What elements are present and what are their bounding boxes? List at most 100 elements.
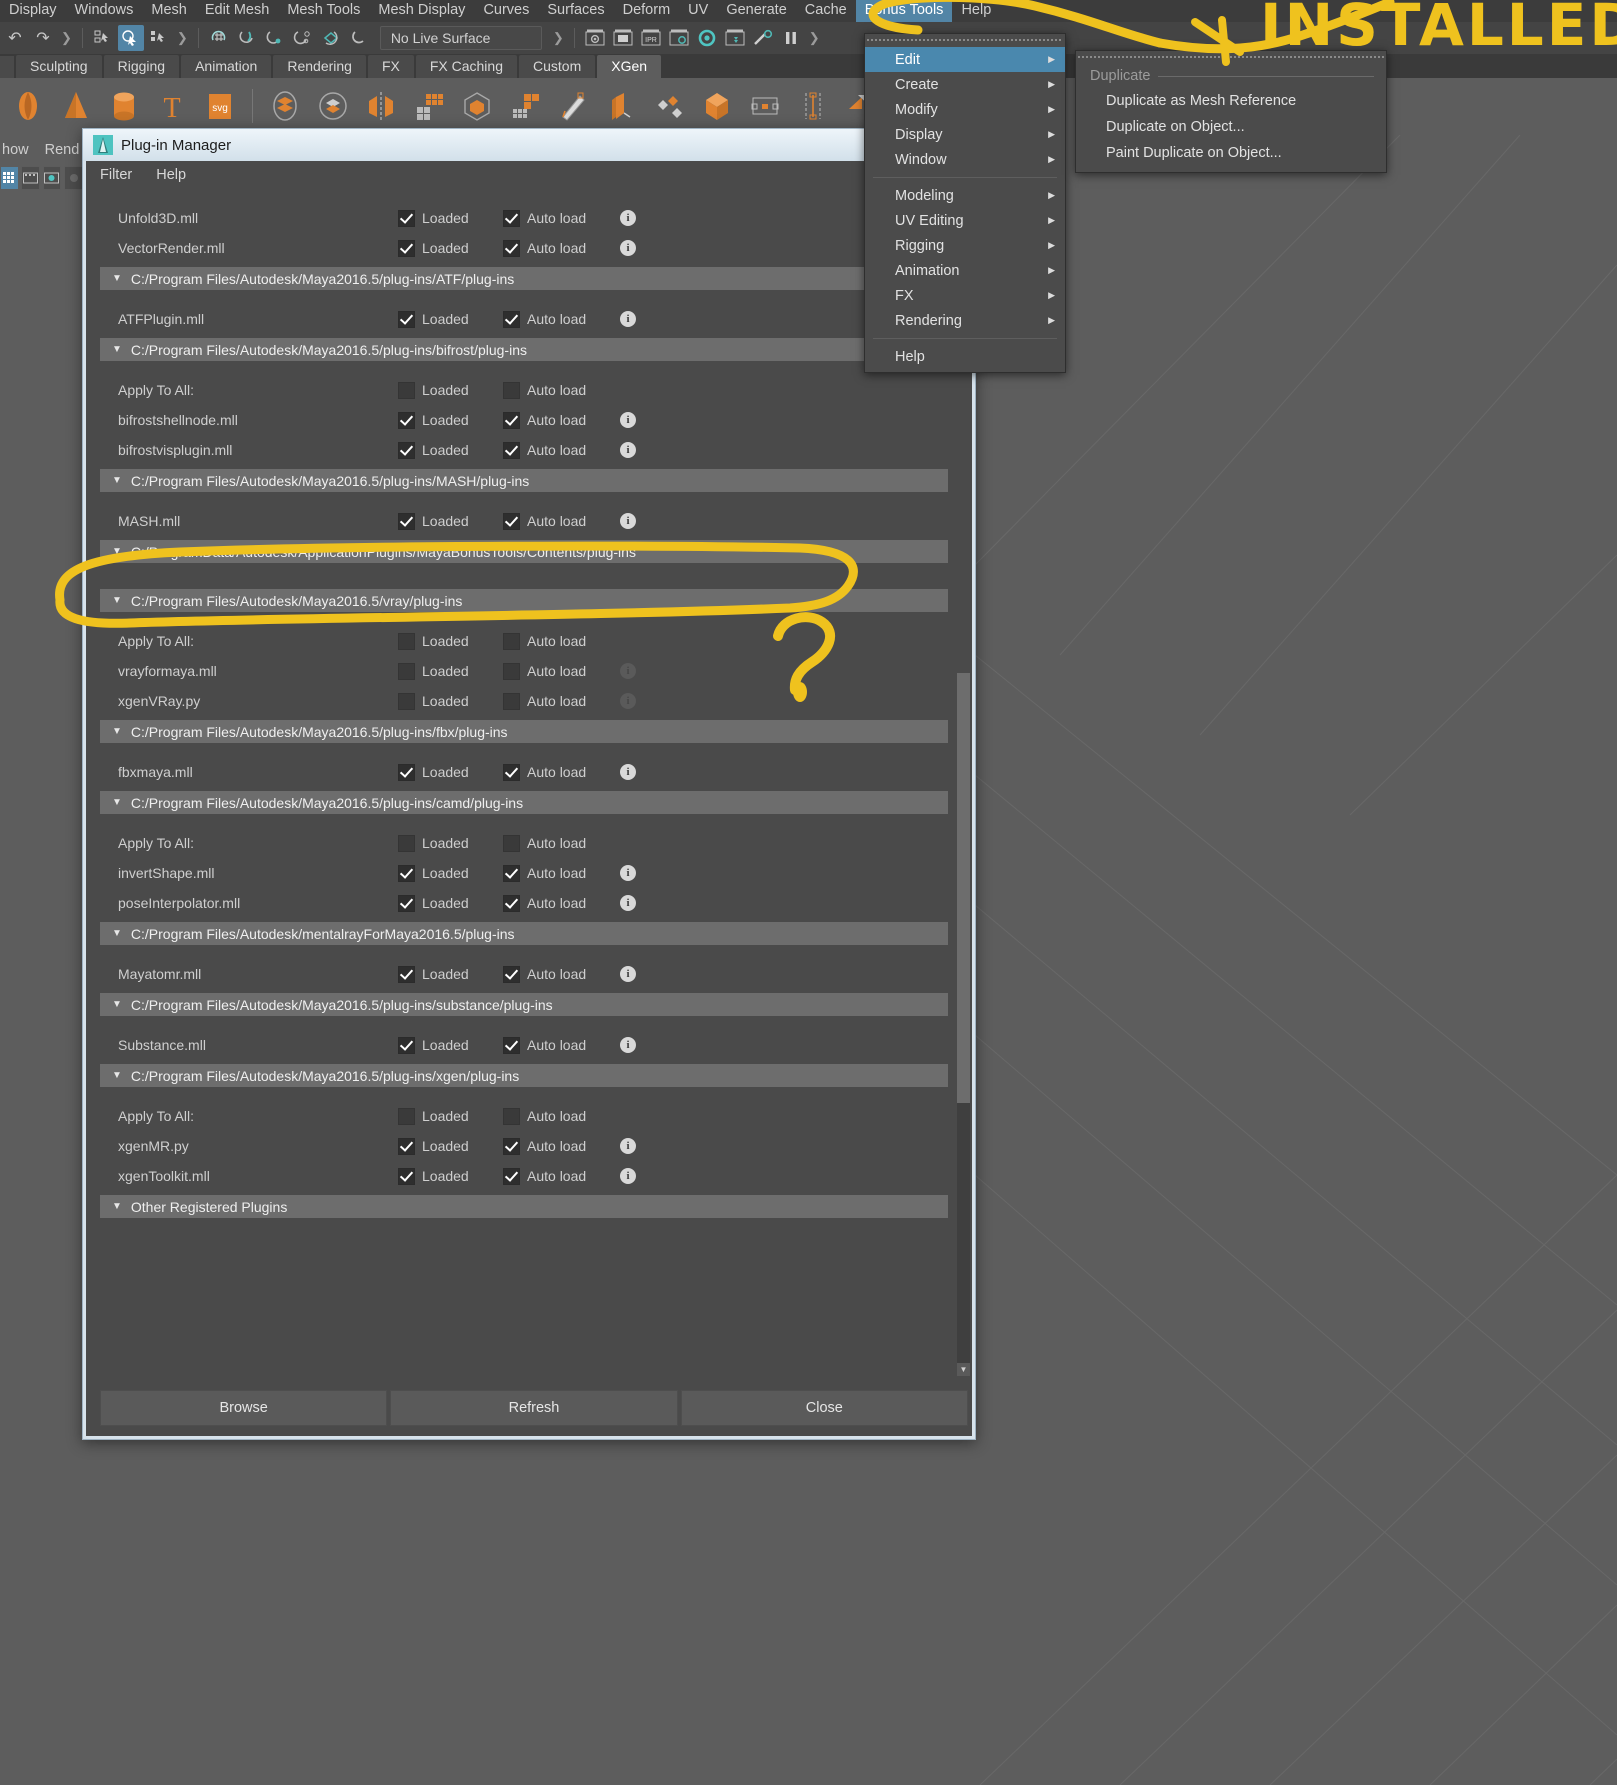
loaded-group[interactable]: Loaded <box>398 1036 503 1054</box>
auto-load-checkbox[interactable] <box>503 209 520 227</box>
auto-load-checkbox[interactable] <box>503 1036 520 1054</box>
loaded-group[interactable]: Loaded <box>398 763 503 781</box>
info-icon[interactable]: i <box>620 966 636 982</box>
auto-load-checkbox[interactable] <box>503 1167 520 1185</box>
auto-load-group[interactable]: Auto load <box>503 692 608 710</box>
loaded-group[interactable]: Loaded <box>398 310 503 328</box>
bonus-menu-item-modeling[interactable]: Modeling ▶ <box>865 183 1065 208</box>
loaded-group[interactable]: Loaded <box>398 381 503 399</box>
loaded-checkbox[interactable] <box>398 864 415 882</box>
info-icon[interactable]: i <box>620 693 636 709</box>
menu-item-mesh-tools[interactable]: Mesh Tools <box>278 0 369 22</box>
render-region-icon[interactable] <box>610 25 636 51</box>
plugin-list[interactable]: Unfold3D.mll Loaded Auto load i VectorRender… <box>100 189 968 1378</box>
auto-load-checkbox[interactable] <box>503 239 520 257</box>
chevron-down-icon[interactable]: ▼ <box>112 797 122 808</box>
loaded-checkbox[interactable] <box>398 894 415 912</box>
shelf-tab-fx-caching[interactable]: FX Caching <box>415 55 517 78</box>
multi-cut-icon[interactable] <box>649 86 689 126</box>
auto-load-group[interactable]: Auto load <box>503 381 608 399</box>
loaded-checkbox[interactable] <box>398 411 415 429</box>
auto-load-group[interactable]: Auto load <box>503 209 608 227</box>
auto-load-group[interactable]: Auto load <box>503 310 608 328</box>
loaded-checkbox[interactable] <box>398 209 415 227</box>
plugin-row[interactable]: bifrostshellnode.mll Loaded Auto load i <box>100 405 968 435</box>
plugin-manager-window[interactable]: Plug-in Manager ▬ Filter Help Unfold3D.ml… <box>82 128 976 1440</box>
snap-grid-icon[interactable] <box>206 25 232 51</box>
info-icon[interactable]: i <box>620 442 636 458</box>
auto-load-checkbox[interactable] <box>503 763 520 781</box>
auto-load-group[interactable]: Auto load <box>503 239 608 257</box>
loaded-group[interactable]: Loaded <box>398 1137 503 1155</box>
refresh-button[interactable]: Refresh <box>390 1390 678 1426</box>
menu-item-generate[interactable]: Generate <box>717 0 795 22</box>
plugin-row[interactable]: ATFPlugin.mll Loaded Auto load i <box>100 304 968 334</box>
svg-icon[interactable]: svg <box>200 86 240 126</box>
bonus-tools-dropdown[interactable]: Edit ▶ Create ▶ Modify ▶ Display ▶ Window ▶ Modeli… <box>864 33 1066 373</box>
select-component-icon[interactable] <box>146 25 172 51</box>
menu-item-cache[interactable]: Cache <box>796 0 856 22</box>
auto-load-checkbox[interactable] <box>503 662 520 680</box>
chevron-down-icon[interactable]: ▼ <box>112 999 122 1010</box>
shelf-tab-sculpting[interactable]: Sculpting <box>16 55 102 78</box>
live-surface-field[interactable]: No Live Surface <box>379 26 542 50</box>
snap-construction-icon[interactable] <box>346 25 372 51</box>
plugin-group-header[interactable]: ▼ C:/Program Files/Autodesk/Maya2016.5/pl… <box>100 720 948 743</box>
loaded-group[interactable]: Loaded <box>398 1167 503 1185</box>
bonus-menu-item-window[interactable]: Window ▶ <box>865 147 1065 172</box>
menu-item-curves[interactable]: Curves <box>474 0 538 22</box>
chevron-down-icon[interactable]: ▼ <box>112 273 122 284</box>
smooth-shape-icon[interactable] <box>313 86 353 126</box>
loaded-checkbox[interactable] <box>398 1167 415 1185</box>
loaded-group[interactable]: Loaded <box>398 834 503 852</box>
redo-icon[interactable]: ↷ <box>30 25 56 51</box>
duplicate-menu-item-1[interactable]: Duplicate on Object... <box>1076 114 1386 140</box>
auto-load-checkbox[interactable] <box>503 1107 520 1125</box>
auto-load-group[interactable]: Auto load <box>503 632 608 650</box>
plugin-row[interactable]: VectorRender.mll Loaded Auto load i <box>100 233 968 263</box>
undo-icon[interactable]: ↶ <box>2 25 28 51</box>
loaded-group[interactable]: Loaded <box>398 239 503 257</box>
auto-load-checkbox[interactable] <box>503 441 520 459</box>
plugin-row[interactable]: Unfold3D.mll Loaded Auto load i <box>100 203 968 233</box>
chevron-down-icon[interactable]: ▼ <box>112 726 122 737</box>
plugin-group-header[interactable]: ▼ C:/Program Files/Autodesk/Maya2016.5/pl… <box>100 338 948 361</box>
pause-render-icon[interactable] <box>778 25 804 51</box>
polygon-cylinder-icon[interactable] <box>104 86 144 126</box>
info-icon[interactable]: i <box>620 513 636 529</box>
info-icon[interactable]: i <box>620 663 636 679</box>
bonus-menu-item-animation[interactable]: Animation ▶ <box>865 258 1065 283</box>
submenu-tearoff-handle[interactable] <box>1078 53 1384 62</box>
info-icon[interactable]: i <box>620 764 636 780</box>
auto-load-checkbox[interactable] <box>503 381 520 399</box>
loaded-group[interactable]: Loaded <box>398 441 503 459</box>
apply-to-all-row[interactable]: Apply To All: Loaded Auto load <box>100 1101 968 1131</box>
shelf-tab-custom[interactable]: Custom <box>519 55 596 78</box>
loaded-checkbox[interactable] <box>398 239 415 257</box>
plugin-row[interactable]: poseInterpolator.mll Loaded Auto load i <box>100 888 968 918</box>
info-icon[interactable]: i <box>620 240 636 256</box>
render-view-icon[interactable] <box>582 25 608 51</box>
plugin-row[interactable]: xgenMR.py Loaded Auto load i <box>100 1131 968 1161</box>
sculpt-tool-icon[interactable] <box>553 86 593 126</box>
auto-load-group[interactable]: Auto load <box>503 1107 608 1125</box>
loaded-checkbox[interactable] <box>398 512 415 530</box>
auto-load-checkbox[interactable] <box>503 512 520 530</box>
auto-load-group[interactable]: Auto load <box>503 1036 608 1054</box>
plugin-row[interactable]: Substance.mll Loaded Auto load i <box>100 1030 968 1060</box>
loaded-checkbox[interactable] <box>398 632 415 650</box>
bevel-icon[interactable] <box>697 86 737 126</box>
shelf-tab-fx[interactable]: FX <box>367 55 414 78</box>
snap-projected-center-icon[interactable] <box>290 25 316 51</box>
menu-item-display[interactable]: Display <box>0 0 66 22</box>
close-button[interactable]: Close <box>680 1390 968 1426</box>
apply-to-all-row[interactable]: Apply To All: Loaded Auto load <box>100 375 968 405</box>
bonus-menu-item-fx[interactable]: FX ▶ <box>865 283 1065 308</box>
mirror-geometry-icon[interactable] <box>361 86 401 126</box>
menu-item-deform[interactable]: Deform <box>614 0 680 22</box>
bonus-menu-item-display[interactable]: Display ▶ <box>865 122 1065 147</box>
auto-load-group[interactable]: Auto load <box>503 411 608 429</box>
loaded-group[interactable]: Loaded <box>398 692 503 710</box>
bonus-menu-item-modify[interactable]: Modify ▶ <box>865 97 1065 122</box>
loaded-checkbox[interactable] <box>398 965 415 983</box>
